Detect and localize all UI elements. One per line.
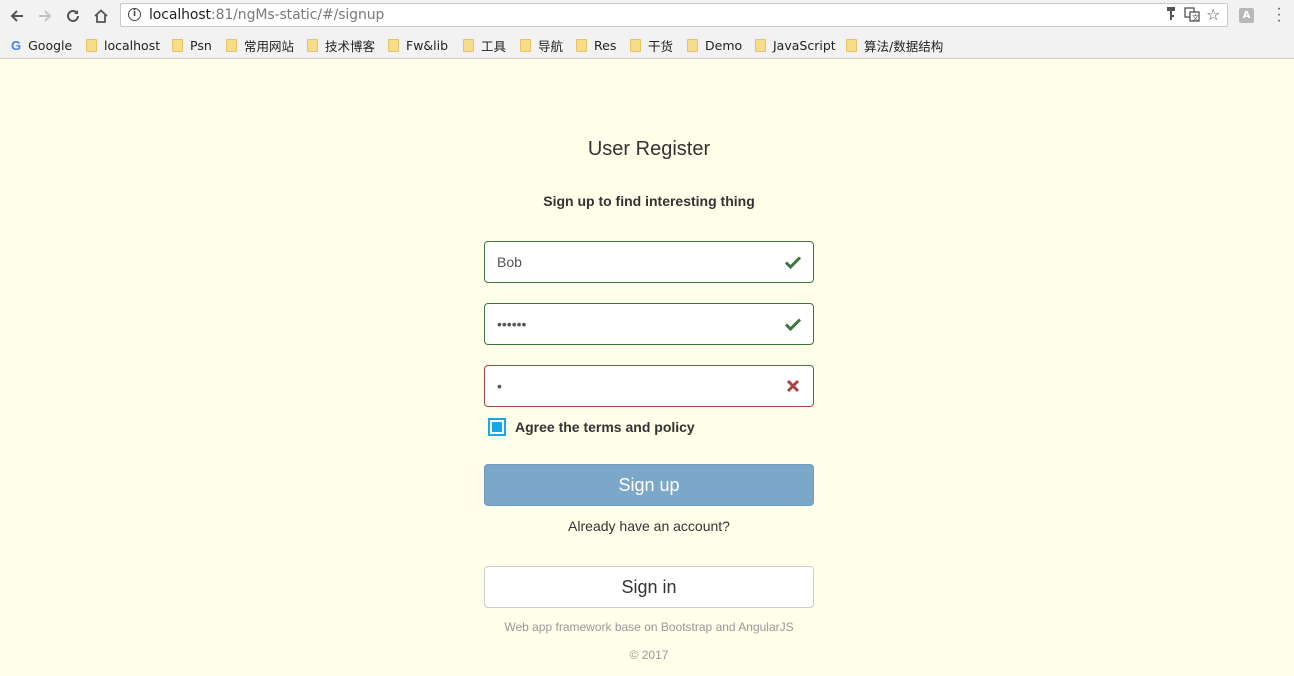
bookmark-label: Demo (705, 37, 743, 53)
home-icon[interactable] (90, 5, 112, 27)
folder-icon (307, 38, 318, 52)
bookmark-label: Psn (190, 37, 212, 53)
url-path: :81/ngMs-static/#/signup (210, 7, 385, 23)
svg-text:文: 文 (1192, 13, 1199, 22)
address-bar[interactable]: i localhost:81/ngMs-static/#/signup 文 ☆ (120, 3, 1228, 27)
bookmark-common-sites[interactable]: 常用网站 (226, 36, 294, 54)
page-subtitle: Sign up to find interesting thing (543, 193, 755, 209)
bookmark-label: 技术博客 (325, 38, 376, 54)
signup-button[interactable]: Sign up (484, 464, 814, 506)
check-icon (784, 256, 802, 270)
username-field (484, 241, 814, 283)
folder-icon (755, 38, 766, 52)
browser-toolbar: i localhost:81/ngMs-static/#/signup 文 ☆ … (0, 0, 1294, 32)
folder-icon (687, 38, 698, 52)
confirm-password-field (484, 365, 814, 407)
page-title: User Register (587, 138, 711, 160)
bookmark-psn[interactable]: Psn (172, 36, 212, 54)
bookmark-label: Res (594, 37, 617, 53)
bookmark-localhost[interactable]: localhost (86, 36, 160, 54)
bookmarks-bar: G Google localhost Psn 常用网站 技术博客 Fw&lib … (0, 32, 1294, 59)
back-arrow-icon[interactable] (6, 5, 28, 27)
forward-arrow-icon[interactable] (34, 5, 56, 27)
bookmark-label: 工具 (481, 38, 507, 54)
bookmark-label: JavaScript (773, 37, 836, 53)
bookmark-res[interactable]: Res (576, 36, 616, 54)
folder-icon (388, 38, 399, 52)
bookmark-demo[interactable]: Demo (687, 36, 742, 54)
agree-terms-label[interactable]: Agree the terms and policy (515, 419, 695, 435)
bookmark-fw-lib[interactable]: Fw&lib (388, 36, 448, 54)
menu-dots-icon[interactable]: · · · (1274, 1, 1284, 29)
reload-icon[interactable] (62, 5, 84, 27)
agree-terms-row: Agree the terms and policy (488, 418, 695, 436)
bookmark-google[interactable]: G Google (11, 36, 72, 54)
bookmark-label: Google (28, 37, 73, 53)
bookmark-javascript[interactable]: JavaScript (755, 36, 836, 54)
bookmark-tools[interactable]: 工具 (463, 36, 506, 54)
bookmark-tech-blogs[interactable]: 技术博客 (307, 36, 375, 54)
bookmark-label: Fw&lib (406, 37, 449, 53)
copyright-text: © 2017 (629, 648, 669, 662)
bookmark-label: 常用网站 (244, 38, 295, 54)
folder-icon (576, 38, 587, 52)
footer-text: Web app framework base on Bootstrap and … (504, 620, 794, 634)
bookmark-goods[interactable]: 干货 (630, 36, 673, 54)
url-host: localhost (149, 7, 211, 23)
folder-icon (226, 38, 237, 52)
confirm-password-input[interactable] (485, 366, 813, 406)
folder-icon (86, 38, 97, 52)
already-have-account-text: Already have an account? (568, 518, 730, 534)
bookmark-navigation[interactable]: 导航 (520, 36, 563, 54)
google-icon: G (11, 37, 22, 53)
folder-icon (520, 38, 531, 52)
extension-icon[interactable]: A (1239, 8, 1254, 23)
username-input[interactable] (485, 242, 813, 282)
star-icon[interactable]: ☆ (1206, 5, 1220, 25)
password-field (484, 303, 814, 345)
bookmark-algorithms[interactable]: 算法/数据结构 (846, 36, 943, 54)
folder-icon (846, 38, 857, 52)
info-icon[interactable]: i (128, 8, 141, 21)
cross-icon (786, 379, 800, 393)
folder-icon (630, 38, 641, 52)
agree-terms-checkbox[interactable] (488, 418, 506, 436)
folder-icon (172, 38, 183, 52)
signin-button[interactable]: Sign in (484, 566, 814, 608)
bookmark-label: 干货 (648, 38, 674, 54)
translate-icon[interactable]: 文 (1184, 6, 1200, 25)
folder-icon (463, 38, 474, 52)
address-url[interactable]: localhost:81/ngMs-static/#/signup (149, 7, 384, 23)
bookmark-label: localhost (104, 37, 161, 53)
password-input[interactable] (485, 304, 813, 344)
bookmark-label: 算法/数据结构 (864, 38, 944, 54)
key-icon[interactable] (1165, 6, 1177, 25)
bookmark-label: 导航 (538, 38, 564, 54)
check-icon (784, 318, 802, 332)
